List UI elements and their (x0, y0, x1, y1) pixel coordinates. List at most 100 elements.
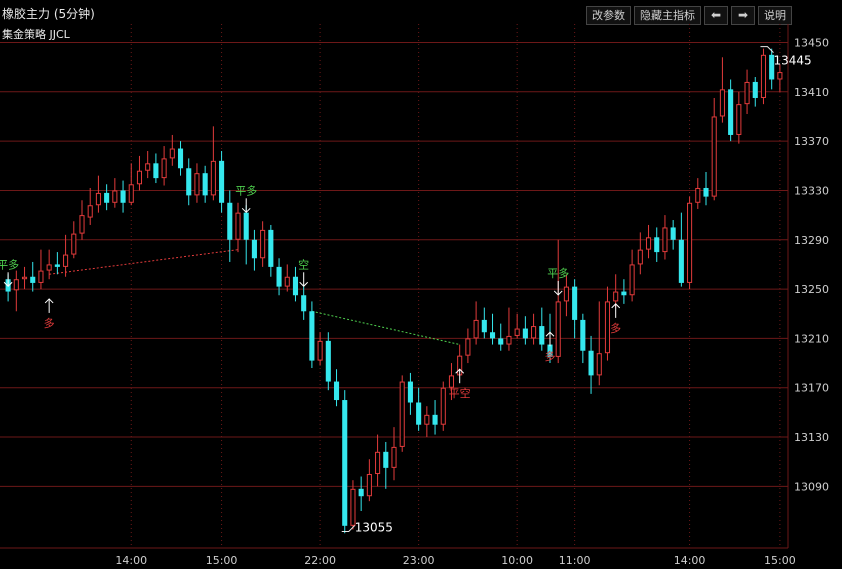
candle-body (136, 170, 143, 185)
y-tick-label: 13450 (794, 36, 829, 49)
x-tick-label: 14:00 (115, 554, 147, 567)
candle-body (260, 229, 266, 259)
candle-body (104, 192, 110, 203)
candle-body (325, 340, 331, 382)
y-tick-label: 13250 (794, 283, 829, 296)
candle-body (251, 239, 257, 259)
candle-body (440, 387, 446, 425)
candle-body (744, 81, 750, 105)
candle-body (498, 338, 504, 345)
candle-body (13, 279, 19, 291)
candle-body (227, 202, 233, 240)
candle-body (448, 375, 455, 388)
candle-body (695, 187, 701, 203)
candle-body (243, 212, 249, 240)
candle-body (752, 81, 758, 98)
candle-body (728, 89, 734, 135)
candle-body (654, 237, 660, 253)
candle-body (514, 328, 520, 336)
candle-body (145, 163, 151, 171)
candle-body (555, 301, 561, 357)
candle-body (120, 190, 126, 203)
candle-body (637, 249, 643, 265)
candle-body (416, 402, 422, 425)
candle-body (112, 190, 118, 203)
candle-body (432, 414, 438, 425)
candle-body (63, 254, 69, 267)
candle-body (473, 319, 479, 339)
signal-label: 平多 (0, 257, 19, 271)
candle-body (662, 227, 668, 253)
x-tick-label: 14:00 (674, 554, 706, 567)
candle-body (760, 54, 767, 98)
candle-body (375, 451, 381, 475)
candle-body (268, 229, 274, 267)
candle-body (235, 212, 241, 240)
candle-body (210, 160, 216, 196)
candle-body (506, 335, 512, 345)
signal-label: 平空 (449, 386, 471, 400)
candle-body (645, 237, 652, 250)
candle-body (531, 326, 537, 339)
candlestick-chart: 13450 13410 13370 13330 13290 13250 13210 13170… (0, 24, 829, 567)
high-label: 13445 (773, 54, 811, 68)
signal-label: 空 (298, 257, 309, 271)
candle-body (79, 215, 85, 234)
candle-body (678, 239, 684, 283)
candle-body (128, 184, 134, 203)
candle-body (736, 104, 742, 135)
x-tick-label: 15:00 (764, 554, 796, 567)
x-tick-label: 11:00 (559, 554, 591, 567)
candle-body (153, 163, 159, 179)
candle-body (481, 319, 487, 333)
candle-body (391, 446, 397, 468)
candle-body (219, 160, 225, 203)
candle-body (46, 264, 52, 271)
candle-body (613, 291, 619, 302)
signal-label: 多 (545, 349, 556, 363)
candle-body (292, 276, 299, 296)
candle-body (284, 276, 290, 287)
candle-body (703, 187, 709, 197)
candle-body (572, 286, 578, 320)
candle-body (687, 202, 693, 283)
candle-body (580, 319, 586, 351)
y-tick-label: 13210 (794, 332, 829, 345)
candle-body (465, 338, 471, 356)
signal-label: 平多 (547, 266, 569, 280)
candle-body (424, 414, 430, 425)
candle-body (186, 168, 192, 196)
candle-body (604, 301, 611, 354)
y-tick-label: 13170 (794, 382, 829, 395)
candle-body (342, 400, 348, 526)
candle-body (30, 276, 36, 283)
trade-line (49, 249, 239, 275)
candle-body (276, 266, 282, 287)
candle-body (95, 192, 101, 206)
x-tick-label: 10:00 (501, 554, 533, 567)
x-tick-label: 15:00 (206, 554, 238, 567)
candle-body (71, 233, 77, 255)
candle-body (522, 328, 528, 339)
candle-body (539, 326, 545, 345)
candle-body (563, 286, 569, 302)
candle-body (38, 270, 44, 283)
y-tick-label: 13370 (794, 135, 829, 148)
candle-body (596, 353, 602, 376)
candle-body (161, 158, 167, 179)
candle-body (670, 227, 676, 240)
trade-line (311, 310, 460, 346)
candle-body (87, 205, 93, 218)
low-label: 13055 (355, 521, 393, 535)
candle-body (194, 173, 200, 196)
candle-body (317, 340, 323, 361)
y-tick-label: 13130 (794, 431, 829, 444)
candle-body (54, 264, 60, 267)
candle-body (383, 451, 389, 468)
signal-label: 多 (44, 316, 55, 330)
candle-body (588, 350, 594, 376)
candle-body (621, 291, 627, 296)
candle-body (399, 381, 405, 447)
candle-body (711, 116, 717, 197)
candle-body (777, 72, 783, 80)
